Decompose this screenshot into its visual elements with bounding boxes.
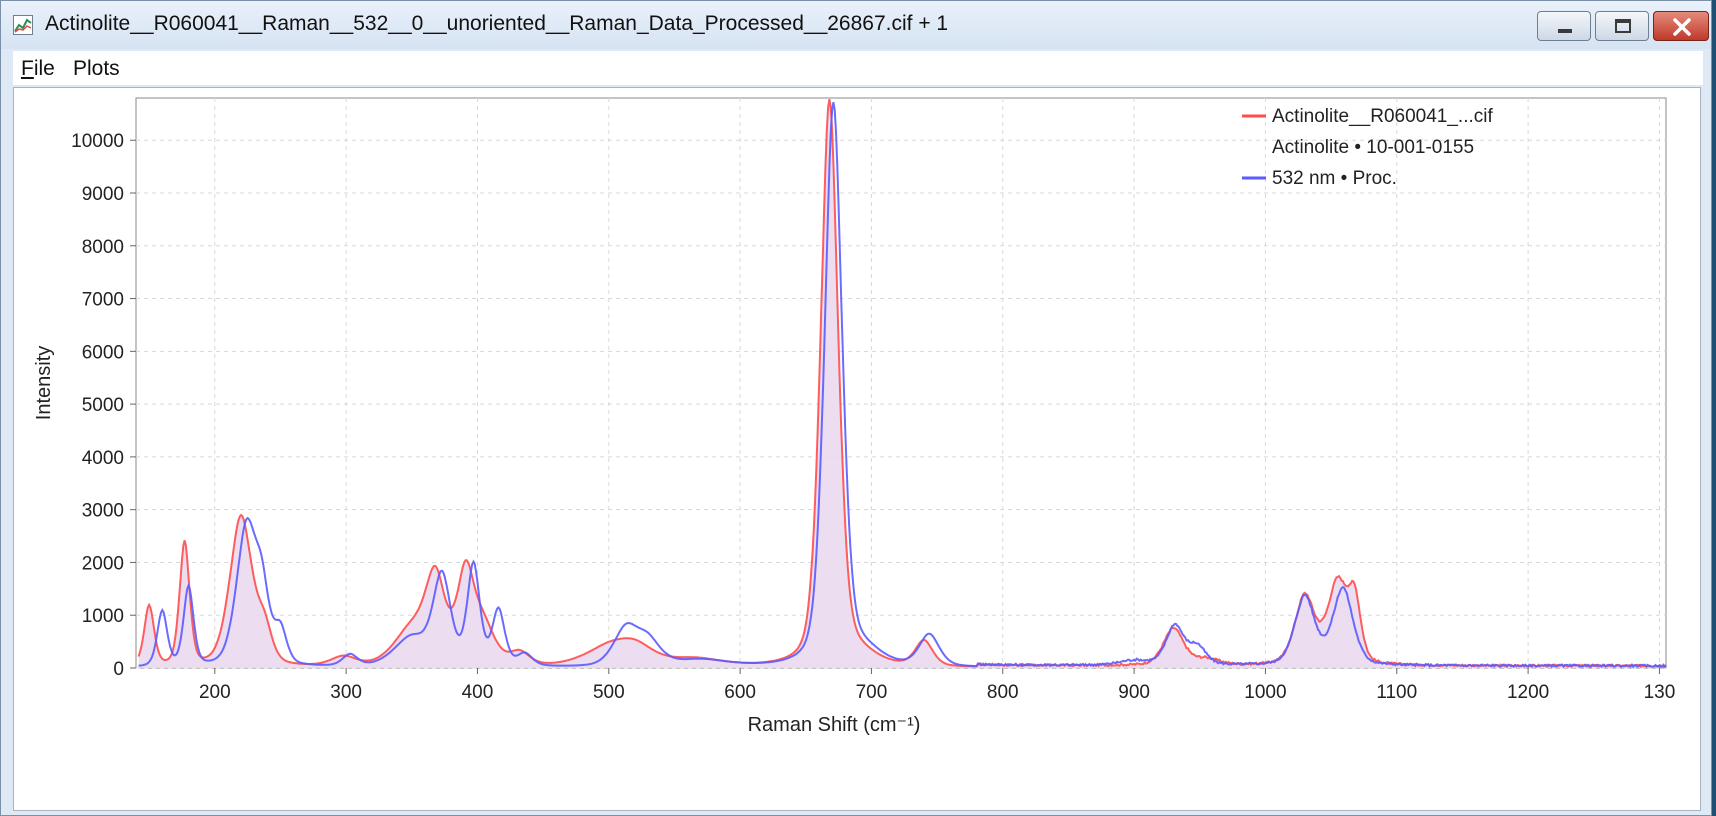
y-tick-label: 2000	[82, 553, 124, 574]
close-icon	[1673, 18, 1691, 36]
y-tick-label: 4000	[82, 448, 124, 469]
x-tick-label: 800	[987, 682, 1019, 703]
legend-label: 532 nm • Proc.	[1272, 168, 1397, 189]
x-axis-label: Raman Shift (cm⁻¹)	[748, 714, 921, 736]
minimize-button[interactable]	[1537, 11, 1591, 41]
y-tick-label: 10000	[71, 131, 124, 152]
plot-background	[135, 97, 1667, 669]
x-tick-label: 130	[1644, 682, 1676, 703]
y-axis-label: Intensity	[33, 346, 55, 420]
x-tick-label: 1200	[1507, 682, 1549, 703]
x-tick-label: 300	[330, 682, 362, 703]
x-tick-label: 400	[462, 682, 494, 703]
x-tick-label: 500	[593, 682, 625, 703]
menu-plots[interactable]: Plots	[73, 57, 120, 81]
y-tick-label: 9000	[82, 184, 124, 205]
raman-spectrum-chart[interactable]: 200 300 400 500 600 700 800 900 1000 1100 1200 130 …	[14, 88, 1700, 810]
x-tick-label: 600	[724, 682, 756, 703]
x-tick-label: 1100	[1376, 682, 1417, 703]
restore-icon	[1615, 19, 1631, 33]
y-tick-label: 3000	[82, 501, 124, 522]
chart-app-icon	[13, 15, 33, 35]
y-tick-label: 6000	[82, 342, 124, 363]
x-tick-label: 200	[199, 682, 231, 703]
menu-bar: File Plots	[13, 51, 1703, 85]
window-title: Actinolite__R060041__Raman__532__0__unor…	[45, 12, 949, 35]
menu-file[interactable]: File	[21, 57, 55, 81]
x-axis-ticks: 200 300 400 500 600 700 800 900 1000 1100 1200 130	[199, 668, 1675, 703]
y-tick-label: 1000	[82, 606, 124, 627]
x-tick-label: 700	[856, 682, 888, 703]
x-tick-label: 1000	[1244, 682, 1286, 703]
title-bar[interactable]: Actinolite__R060041__Raman__532__0__unor…	[1, 1, 1711, 49]
application-window: Actinolite__R060041__Raman__532__0__unor…	[0, 0, 1712, 816]
minimize-icon	[1558, 29, 1572, 33]
y-tick-label: 0	[113, 659, 124, 680]
menu-file-label: ile	[33, 57, 55, 80]
y-tick-label: 8000	[82, 237, 124, 258]
y-tick-label: 5000	[82, 395, 124, 416]
x-tick-label: 900	[1118, 682, 1150, 703]
close-button[interactable]	[1653, 11, 1709, 41]
y-tick-label: 7000	[82, 290, 124, 311]
legend-label: Actinolite__R060041_...cif	[1272, 106, 1493, 127]
y-axis-ticks: 0 1000 2000 3000 4000 5000 6000 7000 8000 9000 100…	[71, 131, 136, 680]
maximize-button[interactable]	[1595, 11, 1649, 41]
menu-file-mnemonic: F	[21, 57, 34, 80]
plot-panel[interactable]: 200 300 400 500 600 700 800 900 1000 1100 1200 130 …	[13, 87, 1701, 811]
legend-label: Actinolite • 10-001-0155	[1272, 137, 1474, 158]
